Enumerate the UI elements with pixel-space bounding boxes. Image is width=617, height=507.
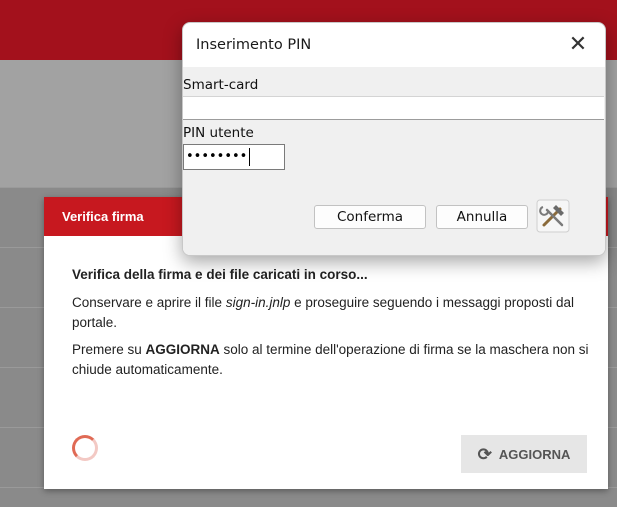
pin-entry-dialog: Inserimento PIN ✕ Smart-card PIN utente … <box>182 22 606 256</box>
loading-spinner <box>72 435 98 461</box>
cancel-button[interactable]: Annulla <box>436 205 528 229</box>
pin-masked-value: •••••••• <box>186 149 248 164</box>
text-caret <box>249 147 251 166</box>
confirm-button[interactable]: Conferma <box>314 205 426 229</box>
refresh-button[interactable]: ⟳ AGGIORNA <box>461 435 587 473</box>
refresh-button-label: AGGIORNA <box>498 446 571 462</box>
smartcard-field[interactable] <box>183 96 604 120</box>
refresh-icon: ⟳ <box>477 444 492 464</box>
verify-dialog-body: Verifica della firma e dei file caricati… <box>72 265 592 387</box>
pin-dialog-title: Inserimento PIN <box>196 37 312 53</box>
jnlp-filename: sign-in.jnlp <box>225 295 291 310</box>
close-icon[interactable]: ✕ <box>565 32 591 58</box>
pin-input[interactable]: •••••••• <box>183 144 285 170</box>
refresh-instructions: Premere su AGGIORNA solo al termine dell… <box>72 342 589 377</box>
verify-instructions: Conservare e aprire il file sign-in.jnlp… <box>72 295 575 330</box>
tools-icon[interactable] <box>536 199 570 233</box>
pin-dialog-content: Smart-card PIN utente •••••••• Conferma … <box>183 67 605 255</box>
pin-label: PIN utente <box>183 125 254 141</box>
verify-heading: Verifica della firma e dei file caricati… <box>72 267 368 282</box>
smartcard-label: Smart-card <box>183 77 259 93</box>
